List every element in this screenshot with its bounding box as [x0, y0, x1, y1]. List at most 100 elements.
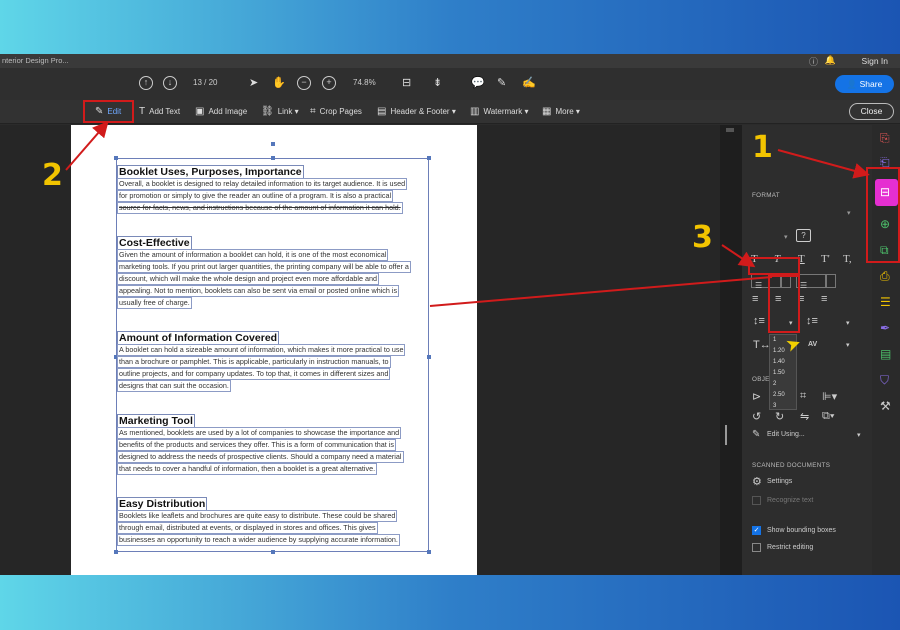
- section-heading[interactable]: Booklet Uses, Purposes, Importance: [117, 165, 304, 179]
- text-line[interactable]: discount, which will make the whole desi…: [117, 273, 379, 285]
- edit-using-chevron-icon[interactable]: ▾: [857, 431, 861, 439]
- font-dropdown-chevron-icon[interactable]: ▾: [847, 209, 851, 217]
- fill-sign-icon[interactable]: ✒: [880, 321, 890, 335]
- paragraph-spacing-icon[interactable]: ↕≡: [806, 315, 818, 327]
- watermark-button[interactable]: ▥ Watermark ▾: [470, 106, 529, 117]
- line-spacing-option[interactable]: 2: [770, 379, 796, 390]
- crop-image-icon[interactable]: ⌗: [800, 390, 806, 403]
- panel-divider[interactable]: [720, 125, 742, 575]
- resize-handle[interactable]: [271, 550, 275, 554]
- zoom-out-icon[interactable]: −: [297, 76, 311, 90]
- text-line[interactable]: marketing tools. If you print out larger…: [117, 261, 411, 273]
- resize-handle[interactable]: [114, 156, 118, 160]
- text-line[interactable]: A booklet can hold a sizeable amount of …: [117, 344, 406, 356]
- text-line[interactable]: than a brochure or pamphlet. This is app…: [117, 356, 391, 368]
- add-text-button[interactable]: T Add Text: [139, 106, 180, 117]
- document-tab-title[interactable]: nterior Design Pro...: [2, 56, 69, 65]
- subscript-icon[interactable]: T,: [843, 253, 852, 265]
- rotate-handle[interactable]: [271, 142, 275, 146]
- share-button[interactable]: 👤 Share: [835, 75, 894, 93]
- resize-handle[interactable]: [427, 355, 431, 359]
- notification-bell-icon[interactable]: 🔔: [825, 55, 836, 66]
- header-footer-button[interactable]: ▤ Header & Footer ▾: [377, 106, 456, 117]
- edit-using-dropdown[interactable]: Edit Using...: [767, 431, 805, 438]
- sign-icon[interactable]: ✍: [522, 76, 536, 89]
- highlight-pen-icon[interactable]: ✎: [497, 76, 506, 89]
- text-line[interactable]: that needs to cover a handful of informa…: [117, 463, 378, 475]
- comment-icon[interactable]: 💬: [471, 76, 485, 89]
- flip-icon[interactable]: ⊳: [752, 390, 761, 403]
- export-pdf-icon[interactable]: ⎘: [880, 131, 890, 146]
- settings-gear-icon[interactable]: ⚙: [752, 475, 762, 488]
- text-line[interactable]: Overall, a booklet is designed to relay …: [117, 178, 408, 190]
- pdf-page[interactable]: Booklet Uses, Purposes, Importance Overa…: [71, 125, 477, 575]
- page-down-icon[interactable]: ↓: [163, 76, 177, 90]
- resize-handle[interactable]: [271, 156, 275, 160]
- section-heading[interactable]: Easy Distribution: [117, 497, 208, 511]
- section-heading[interactable]: Cost-Effective: [117, 236, 192, 250]
- text-line[interactable]: designed to address the needs of prospec…: [117, 451, 404, 463]
- align-left-icon[interactable]: ≡: [752, 293, 758, 305]
- text-line[interactable]: businesses an opportunity to reach a wid…: [117, 534, 400, 546]
- scroll-notch[interactable]: [725, 425, 727, 445]
- comment-tool-icon[interactable]: ☰: [880, 295, 891, 309]
- text-line[interactable]: designs that can suit the occasion.: [117, 380, 231, 392]
- zoom-in-icon[interactable]: +: [322, 76, 336, 90]
- recognize-text-checkbox[interactable]: [752, 496, 761, 505]
- sign-in-link[interactable]: Sign In: [862, 56, 888, 66]
- show-bounding-boxes-checkbox[interactable]: ✓: [752, 526, 761, 535]
- page-fit-icon[interactable]: ⊟: [402, 76, 411, 89]
- more-button[interactable]: ▦ More ▾: [542, 106, 580, 117]
- page-up-icon[interactable]: ↑: [139, 76, 153, 90]
- font-size-dropdown-chevron-icon[interactable]: ▾: [784, 233, 788, 241]
- paragraph-spacing-chevron-icon[interactable]: ▾: [846, 319, 850, 327]
- align-objects-icon[interactable]: ⊫▾: [822, 390, 837, 403]
- hand-tool-icon[interactable]: ✋: [272, 76, 286, 89]
- line-spacing-option[interactable]: 1.40: [770, 357, 796, 368]
- text-line[interactable]: appealing. Not to mention, booklets can …: [117, 285, 400, 297]
- text-line[interactable]: benefits of the products and services th…: [117, 439, 396, 451]
- text-line[interactable]: through email, distributed at events, or…: [117, 522, 378, 534]
- document-viewport[interactable]: Booklet Uses, Purposes, Importance Overa…: [0, 125, 720, 575]
- replace-image-icon[interactable]: ⇋: [800, 410, 809, 423]
- text-line[interactable]: source for facts, news, and instructions…: [117, 202, 403, 214]
- arrange-icon[interactable]: ⧉▾: [822, 410, 834, 423]
- char-spacing-chevron-icon[interactable]: ▾: [846, 341, 850, 349]
- more-tools-icon[interactable]: ⚒: [880, 399, 891, 413]
- numbered-list-dropdown[interactable]: ☰: [796, 274, 826, 290]
- line-spacing-icon[interactable]: ↕≡: [753, 315, 765, 327]
- text-line[interactable]: outline projects, and for company update…: [117, 368, 391, 380]
- export-icon[interactable]: ⎙: [880, 269, 890, 284]
- rotate-ccw-icon[interactable]: ↺: [752, 410, 761, 423]
- protect-icon[interactable]: ⛉: [880, 373, 889, 388]
- text-line[interactable]: Booklets like leaflets and brochures are…: [117, 510, 398, 522]
- select-cursor-icon[interactable]: ➤: [249, 76, 258, 89]
- close-button[interactable]: Close: [849, 103, 894, 120]
- help-icon[interactable]: ⓘ: [809, 55, 818, 68]
- justify-icon[interactable]: ≡: [821, 293, 827, 305]
- zoom-level[interactable]: 74.8%: [353, 78, 376, 87]
- text-line[interactable]: Given the amount of information a bookle…: [117, 249, 389, 261]
- add-image-button[interactable]: ▣ Add Image: [195, 106, 247, 117]
- line-spacing-option[interactable]: 2.50: [770, 390, 796, 401]
- text-line[interactable]: As mentioned, booklets are used by a lot…: [117, 427, 402, 439]
- text-line[interactable]: for promotion or simply to give the read…: [117, 190, 394, 202]
- numbered-list-chevron-icon[interactable]: [826, 274, 836, 288]
- scrollbar-thumb[interactable]: [726, 128, 734, 132]
- crop-pages-button[interactable]: ⌗ Crop Pages: [310, 106, 362, 117]
- current-page-number[interactable]: 13: [193, 78, 202, 87]
- page-indicator[interactable]: 13 / 20: [193, 78, 218, 87]
- resize-handle[interactable]: [427, 550, 431, 554]
- settings-link[interactable]: Settings: [767, 478, 792, 485]
- print-production-icon[interactable]: ▤: [880, 347, 891, 361]
- rotate-cw-icon[interactable]: ↻: [775, 410, 784, 423]
- text-line[interactable]: usually free of charge.: [117, 297, 192, 309]
- text-color-icon[interactable]: ?: [796, 229, 811, 242]
- restrict-editing-checkbox[interactable]: [752, 543, 761, 552]
- link-button[interactable]: ⛓ Link ▾: [261, 106, 299, 117]
- resize-handle[interactable]: [114, 550, 118, 554]
- scroll-mode-icon[interactable]: ⇟: [433, 76, 442, 89]
- superscript-icon[interactable]: T': [821, 253, 830, 265]
- line-spacing-option[interactable]: 1.50: [770, 368, 796, 379]
- resize-handle[interactable]: [427, 156, 431, 160]
